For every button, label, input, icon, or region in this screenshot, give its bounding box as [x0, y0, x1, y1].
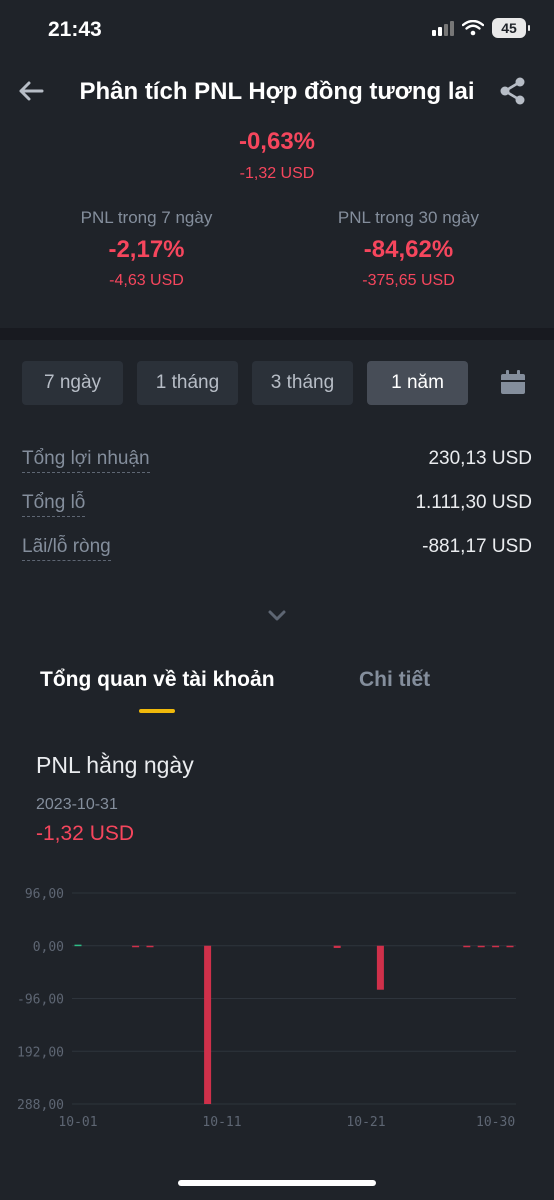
- stat-label[interactable]: Tổng lợi nhuận: [22, 448, 150, 473]
- pnl-30d-block: PNL trong 30 ngày -84,62% -375,65 USD: [270, 208, 547, 290]
- pnl-7d-label: PNL trong 7 ngày: [80, 208, 213, 227]
- stat-value: 230,13 USD: [428, 448, 532, 469]
- y-tick-label: 0,00: [33, 940, 64, 955]
- pnl-today-usd: -1,32 USD: [239, 165, 315, 182]
- calendar-icon[interactable]: [500, 370, 526, 396]
- page-title: Phân tích PNL Hợp đồng tương lai: [79, 78, 475, 105]
- stat-row-net-pnl: Lãi/lỗ ròng -881,17 USD: [22, 536, 532, 561]
- bar: [204, 945, 212, 1104]
- tab-active-indicator: [139, 709, 175, 713]
- bar: [376, 945, 384, 990]
- status-icons: 45: [432, 18, 530, 38]
- status-bar: 21:43 45: [0, 0, 554, 60]
- x-tick-label: 10-30: [476, 1115, 515, 1130]
- bar: [146, 945, 154, 948]
- share-icon[interactable]: [498, 76, 528, 106]
- y-tick-label: 192,00: [17, 1045, 64, 1060]
- status-time: 21:43: [48, 18, 102, 41]
- daily-pnl-chart[interactable]: 96,00 0,00 -96,00 192,00 288,00 10-01 10-11 10-…: [0, 870, 554, 1140]
- period-1y-button[interactable]: 1 năm: [367, 361, 468, 405]
- bar: [74, 944, 82, 947]
- x-tick-label: 10-11: [202, 1115, 241, 1130]
- pnl-today-percent: -0,63%: [238, 128, 316, 155]
- stat-value: -881,17 USD: [422, 536, 532, 557]
- bar: [492, 945, 500, 948]
- bar: [477, 945, 485, 948]
- period-7d-button[interactable]: 7 ngày: [22, 361, 123, 405]
- bar: [333, 945, 341, 948]
- cellular-signal-icon: [432, 21, 454, 36]
- pnl-7d-percent: -2,17%: [108, 236, 185, 263]
- x-tick-label: 10-21: [346, 1115, 385, 1130]
- bar: [463, 945, 471, 948]
- pnl-7d-block: PNL trong 7 ngày -2,17% -4,63 USD: [8, 208, 285, 290]
- section-divider: [0, 328, 554, 340]
- bar: [506, 945, 514, 948]
- tab-bar: Tổng quan về tài khoản Chi tiết: [0, 668, 554, 728]
- y-tick-label: 288,00: [17, 1098, 64, 1113]
- chart-selected-date: 2023-10-31: [36, 796, 118, 813]
- stat-row-total-loss: Tổng lỗ 1.111,30 USD: [22, 492, 532, 517]
- battery-indicator: 45: [492, 18, 530, 38]
- stat-row-total-profit: Tổng lợi nhuận 230,13 USD: [22, 448, 532, 473]
- stat-value: 1.111,30 USD: [415, 492, 532, 513]
- stat-label[interactable]: Tổng lỗ: [22, 492, 86, 517]
- pnl-30d-usd: -375,65 USD: [362, 272, 455, 289]
- pnl-7d-usd: -4,63 USD: [109, 272, 184, 289]
- header: Phân tích PNL Hợp đồng tương lai: [0, 62, 554, 122]
- period-1m-button[interactable]: 1 tháng: [137, 361, 238, 405]
- chart-title: PNL hằng ngày: [36, 752, 194, 778]
- tab-account-overview[interactable]: Tổng quan về tài khoản: [40, 668, 275, 692]
- y-tick-label: -96,00: [17, 993, 64, 1008]
- chart-selected-value: -1,32 USD: [36, 822, 135, 845]
- pnl-30d-percent: -84,62%: [363, 236, 454, 263]
- period-3m-button[interactable]: 3 tháng: [252, 361, 353, 405]
- period-selector: 7 ngày 1 tháng 3 tháng 1 năm: [22, 361, 468, 405]
- wifi-icon: [462, 20, 484, 36]
- bar: [132, 945, 140, 948]
- tab-details[interactable]: Chi tiết: [359, 668, 430, 692]
- home-indicator: [178, 1180, 376, 1186]
- pnl-30d-label: PNL trong 30 ngày: [337, 208, 480, 227]
- chevron-down-icon[interactable]: [266, 604, 288, 626]
- y-tick-label: 96,00: [25, 887, 64, 902]
- x-tick-label: 10-01: [58, 1115, 97, 1130]
- stat-label[interactable]: Lãi/lỗ ròng: [22, 536, 111, 561]
